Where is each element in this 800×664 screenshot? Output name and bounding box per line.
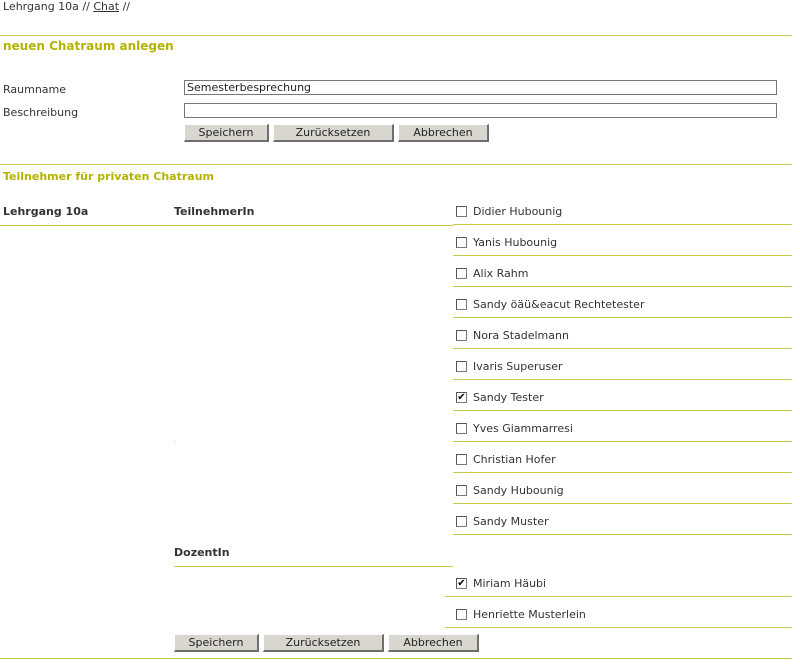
row-divider — [453, 224, 792, 225]
students-heading: TeilnehmerIn — [174, 205, 255, 218]
row-divider — [445, 596, 792, 597]
participant-name: Ivaris Superuser — [473, 360, 563, 373]
description-label: Beschreibung — [3, 106, 79, 119]
row-divider — [453, 379, 792, 380]
teachers-heading: DozentIn — [174, 546, 230, 559]
participant-name: Alix Rahm — [473, 267, 529, 280]
participant-checkbox[interactable] — [456, 237, 467, 248]
lecturer-name: Henriette Musterlein — [473, 608, 586, 621]
room-name-label: Raumname — [3, 83, 67, 96]
lecturer-checkbox[interactable] — [456, 609, 467, 620]
participant-name: Didier Hubounig — [473, 205, 563, 218]
participant-checkbox[interactable] — [456, 361, 467, 372]
participant-checkbox[interactable]: ✔ — [456, 392, 467, 403]
reset-button[interactable]: Zurücksetzen — [273, 124, 394, 142]
cancel-button-bottom[interactable]: Abbrechen — [388, 634, 479, 652]
divider — [174, 566, 453, 567]
row-divider — [453, 317, 792, 318]
participant-checkbox[interactable] — [456, 423, 467, 434]
group-name: Lehrgang 10a — [3, 205, 89, 218]
lecturer-name: Miriam Häubi — [473, 577, 547, 590]
breadcrumb-course: Lehrgang 10a — [3, 0, 79, 13]
row-divider — [453, 348, 792, 349]
description-input[interactable] — [184, 103, 777, 118]
divider — [0, 164, 792, 165]
row-divider — [453, 441, 792, 442]
participant-checkbox[interactable] — [456, 268, 467, 279]
row-divider — [453, 286, 792, 287]
divider — [0, 225, 453, 226]
breadcrumb-separator: // — [82, 0, 90, 13]
row-divider — [453, 410, 792, 411]
cancel-button[interactable]: Abbrechen — [398, 124, 489, 142]
participant-name: Yanis Hubounig — [473, 236, 558, 249]
spacer-dot — [174, 441, 175, 442]
participant-checkbox[interactable] — [456, 299, 467, 310]
participant-name: Christian Hofer — [473, 453, 556, 466]
participant-checkbox[interactable] — [456, 206, 467, 217]
lecturer-checkbox[interactable]: ✔ — [456, 578, 467, 589]
reset-button-bottom[interactable]: Zurücksetzen — [263, 634, 384, 652]
participant-checkbox[interactable] — [456, 516, 467, 527]
row-divider — [453, 255, 792, 256]
participant-name: Sandy Muster — [473, 515, 549, 528]
participant-name: Yves Giammarresi — [473, 422, 573, 435]
divider — [0, 658, 792, 659]
row-divider — [445, 627, 792, 628]
room-name-input[interactable] — [184, 80, 777, 95]
participant-checkbox[interactable] — [456, 485, 467, 496]
participant-name: Sandy Hubounig — [473, 484, 564, 497]
breadcrumb-chat-link[interactable]: Chat — [93, 0, 119, 13]
breadcrumb-separator: // — [122, 0, 130, 13]
participants-title: Teilnehmer für privaten Chatraum — [3, 170, 214, 183]
participant-name: Sandy Tester — [473, 391, 544, 404]
participant-checkbox[interactable] — [456, 454, 467, 465]
divider — [0, 35, 792, 36]
save-button-bottom[interactable]: Speichern — [174, 634, 259, 652]
row-divider — [453, 472, 792, 473]
breadcrumb: Lehrgang 10a // Chat // — [3, 0, 130, 13]
participant-name: Sandy öäü&eacut Rechtetester — [473, 298, 645, 311]
participant-checkbox[interactable] — [456, 330, 467, 341]
row-divider — [453, 534, 792, 535]
row-divider — [453, 503, 792, 504]
participant-name: Nora Stadelmann — [473, 329, 569, 342]
save-button[interactable]: Speichern — [184, 124, 269, 142]
page-title: neuen Chatraum anlegen — [3, 39, 174, 53]
